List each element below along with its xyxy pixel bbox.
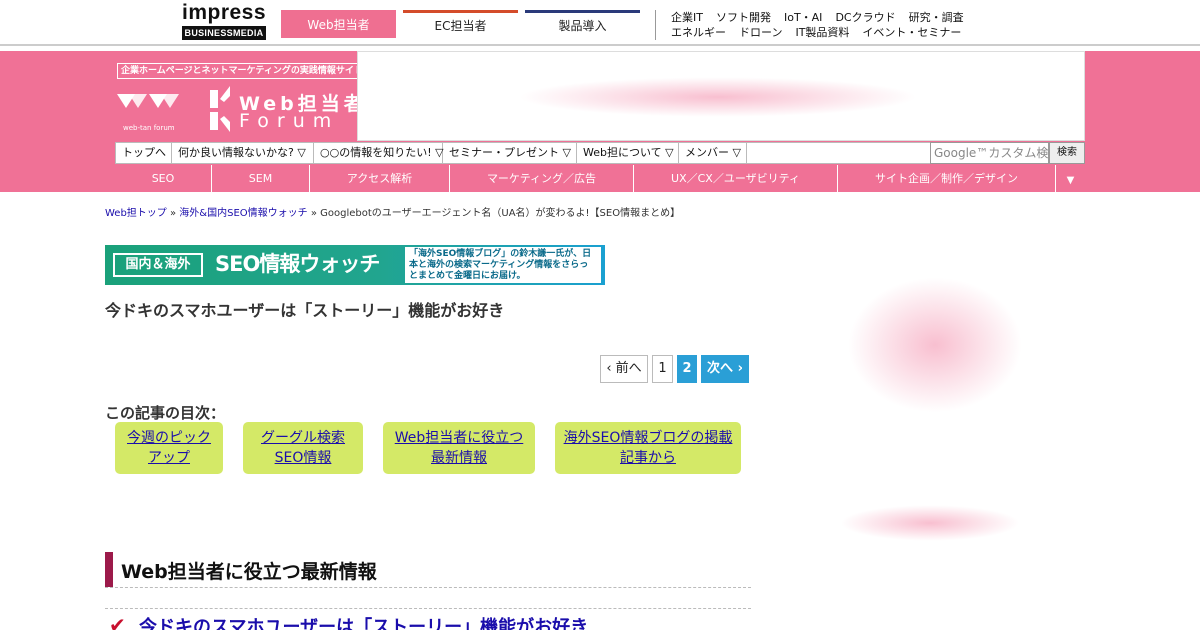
- breadcrumb-separator: »: [307, 208, 321, 219]
- business-media-logo-text: BUSINESSMEDIA: [182, 26, 266, 40]
- nav-item-want-info[interactable]: ○○の情報を知りたい! ▽: [314, 143, 444, 163]
- search-input[interactable]: Google™カスタム検索: [930, 142, 1049, 164]
- toc-heading: この記事の目次：: [105, 404, 226, 422]
- banner-badge: 国内＆海外: [113, 253, 203, 277]
- toc-link-line: グーグル検索: [261, 430, 345, 446]
- search-button[interactable]: 検索: [1049, 142, 1085, 164]
- divider: [655, 10, 656, 40]
- checkmark-icon: ✔: [109, 613, 126, 630]
- section-heading-bar: [105, 552, 113, 587]
- nav-item-members[interactable]: メンバー ▽: [679, 143, 747, 163]
- top-link[interactable]: エネルギー: [671, 26, 726, 39]
- category-seo[interactable]: SEO: [115, 165, 212, 192]
- article-title: 今ドキのスマホユーザーは「ストーリー」機能がお好き: [105, 301, 505, 320]
- top-link[interactable]: DCクラウド: [835, 11, 895, 24]
- toc-link-line: SEO情報: [274, 450, 332, 466]
- top-link[interactable]: イベント・セミナー: [862, 26, 961, 39]
- section-heading: Web担当者に役立つ最新情報: [105, 552, 751, 588]
- toc-link-line: 今週のピック: [127, 430, 211, 446]
- impress-business-media-logo[interactable]: impress BUSINESSMEDIA: [182, 1, 267, 41]
- site-tab-ec-tantousha[interactable]: EC担当者: [403, 10, 518, 38]
- logo-forum: Forum: [239, 110, 340, 132]
- nav-item-about[interactable]: Web担について ▽: [577, 143, 679, 163]
- breadcrumb-current: Googlebotのユーザーエージェント名（UA名）が変わるよ!【SEO情報まと…: [320, 208, 681, 219]
- toc-link-google-seo[interactable]: グーグル検索 SEO情報: [243, 422, 363, 474]
- impress-logo-text: impress: [182, 1, 267, 24]
- breadcrumb-home[interactable]: Web担トップ: [105, 208, 167, 219]
- logo-subtext: web-tan forum: [123, 124, 175, 132]
- nav-item-seminar[interactable]: セミナー・プレゼント ▽: [443, 143, 577, 163]
- nav-item-good-info[interactable]: 何か良い情報ないかな? ▽: [172, 143, 314, 163]
- article-link[interactable]: 今ドキのスマホユーザーは「ストーリー」機能がお好き: [139, 617, 588, 630]
- breadcrumb-category[interactable]: 海外&国内SEO情報ウォッチ: [179, 208, 307, 219]
- sidebar-ad-placeholder[interactable]: [845, 275, 1025, 415]
- breadcrumb-separator: »: [166, 208, 180, 219]
- pager-next-button[interactable]: 次へ ›: [701, 355, 749, 383]
- top-link[interactable]: IT製品資料: [795, 26, 849, 39]
- section-heading-text: Web担当者に役立つ最新情報: [121, 561, 377, 583]
- category-analytics[interactable]: アクセス解析: [310, 165, 450, 192]
- toc-link-line: 海外SEO情報ブログの掲載: [563, 430, 733, 446]
- ad-banner[interactable]: [357, 51, 1085, 141]
- toc-link-pickup[interactable]: 今週のピック アップ: [115, 422, 223, 474]
- toc-link-line: Web担当者に役立つ: [394, 430, 524, 446]
- category-sem[interactable]: SEM: [212, 165, 310, 192]
- site-tab-product-intro[interactable]: 製品導入: [525, 10, 640, 38]
- top-bar: impress BUSINESSMEDIA Web担当者 EC担当者 製品導入 …: [0, 0, 1200, 46]
- top-link[interactable]: ドローン: [739, 26, 782, 39]
- toc-link-line: 記事から: [620, 450, 676, 466]
- banner-description: 「海外SEO情報ブログ」の鈴木謙一氏が、日本と海外の検索マーケティング情報をさら…: [405, 247, 601, 283]
- category-site-planning[interactable]: サイト企画／制作／デザイン: [838, 165, 1055, 192]
- pager-page-1[interactable]: 1: [652, 355, 673, 383]
- top-link[interactable]: ソフト開発: [716, 11, 771, 24]
- toc-link-latest-info[interactable]: Web担当者に役立つ 最新情報: [383, 422, 535, 474]
- top-links-row-1: 企業IT ソフト開発 IoT・AI DCクラウド 研究・調査: [671, 10, 991, 25]
- top-link[interactable]: 研究・調査: [909, 11, 964, 24]
- category-marketing[interactable]: マーケティング／広告: [450, 165, 634, 192]
- top-link[interactable]: 企業IT: [671, 11, 703, 24]
- sidebar-ad-placeholder[interactable]: [840, 505, 1020, 541]
- pager-prev-button[interactable]: ‹ 前へ: [600, 355, 648, 383]
- breadcrumb: Web担トップ » 海外&国内SEO情報ウォッチ » Googlebotのユーザ…: [105, 204, 680, 219]
- pager-page-2-current: 2: [677, 355, 697, 383]
- seo-watch-banner[interactable]: 国内＆海外 SEO情報ウォッチ 「海外SEO情報ブログ」の鈴木謙一氏が、日本と海…: [105, 245, 605, 285]
- toc-link-blog-articles[interactable]: 海外SEO情報ブログの掲載 記事から: [555, 422, 741, 474]
- category-ux[interactable]: UX／CX／ユーザビリティ: [634, 165, 838, 192]
- banner-title: SEO情報ウォッチ: [215, 252, 380, 276]
- article-list-item: ✔ 今ドキのスマホユーザーは「ストーリー」機能がお好き: [105, 608, 751, 630]
- site-tab-web-tantousha[interactable]: Web担当者: [281, 10, 396, 38]
- top-link[interactable]: IoT・AI: [784, 11, 822, 24]
- site-tagline: 企業ホームページとネットマーケティングの実践情報サイト: [117, 63, 367, 79]
- toc-link-line: アップ: [148, 450, 190, 466]
- top-links: 企業IT ソフト開発 IoT・AI DCクラウド 研究・調査 エネルギー ドローン IT製品…: [671, 10, 991, 40]
- ad-placeholder-graphic: [518, 77, 918, 117]
- category-nav: SEO SEM アクセス解析 マーケティング／広告 UX／CX／ユーザビリティ …: [115, 165, 1085, 192]
- top-links-row-2: エネルギー ドローン IT製品資料 イベント・セミナー: [671, 25, 991, 40]
- chevron-down-icon[interactable]: ▼: [1055, 165, 1085, 192]
- nav-item-top[interactable]: トップへ: [116, 143, 172, 163]
- toc-link-line: 最新情報: [431, 450, 487, 466]
